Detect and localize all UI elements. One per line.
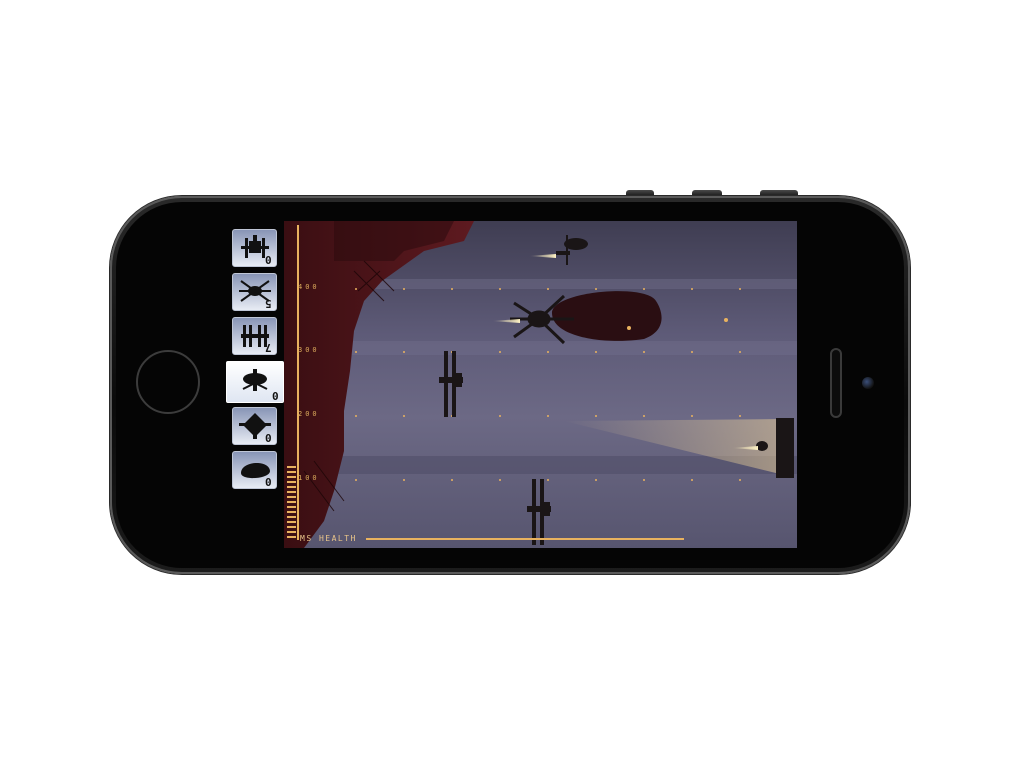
home-button[interactable] — [136, 350, 200, 414]
battlefield[interactable]: 400 300 200 100 MS HEALTH — [284, 221, 797, 548]
altitude-label-400: 400 — [298, 283, 320, 291]
unit-slot-saucer-fighter[interactable]: 0 — [226, 361, 284, 403]
biplane-squadron-upper — [439, 351, 463, 417]
saucer-fighter-icon — [242, 369, 268, 391]
battlefield-scene — [284, 221, 797, 548]
unit-count: 7 — [265, 341, 272, 354]
unit-count: 0 — [265, 253, 272, 266]
unit-count: 0 — [265, 475, 272, 488]
altitude-label-200: 200 — [298, 410, 320, 418]
game-screen: 0 5 7 0 0 0 400 300 200 100 MS HEALTH — [221, 221, 797, 548]
front-camera — [862, 377, 874, 389]
unit-slot-heavy-bomber[interactable]: 0 — [232, 229, 277, 267]
health-bar — [366, 538, 684, 540]
unit-count: 5 — [265, 297, 272, 310]
biplane-squadron-lower — [527, 479, 551, 545]
unit-sidebar: 0 5 7 0 0 0 — [221, 221, 284, 548]
unit-slot-biplane-squadron[interactable]: 7 — [232, 317, 277, 355]
unit-slot-spider-gunship[interactable]: 5 — [232, 273, 277, 311]
unit-count: 0 — [265, 431, 272, 444]
altitude-label-300: 300 — [298, 346, 320, 354]
enemy-balloon-ship — [556, 235, 588, 265]
enemy-zeppelin — [552, 291, 662, 341]
health-label: MS HEALTH — [300, 534, 357, 543]
altitude-label-100: 100 — [298, 474, 320, 482]
unit-slot-winged-lander[interactable]: 0 — [232, 407, 277, 445]
unit-slot-zeppelin[interactable]: 0 — [232, 451, 277, 489]
earpiece-speaker — [830, 348, 842, 418]
unit-count: 0 — [272, 389, 279, 402]
